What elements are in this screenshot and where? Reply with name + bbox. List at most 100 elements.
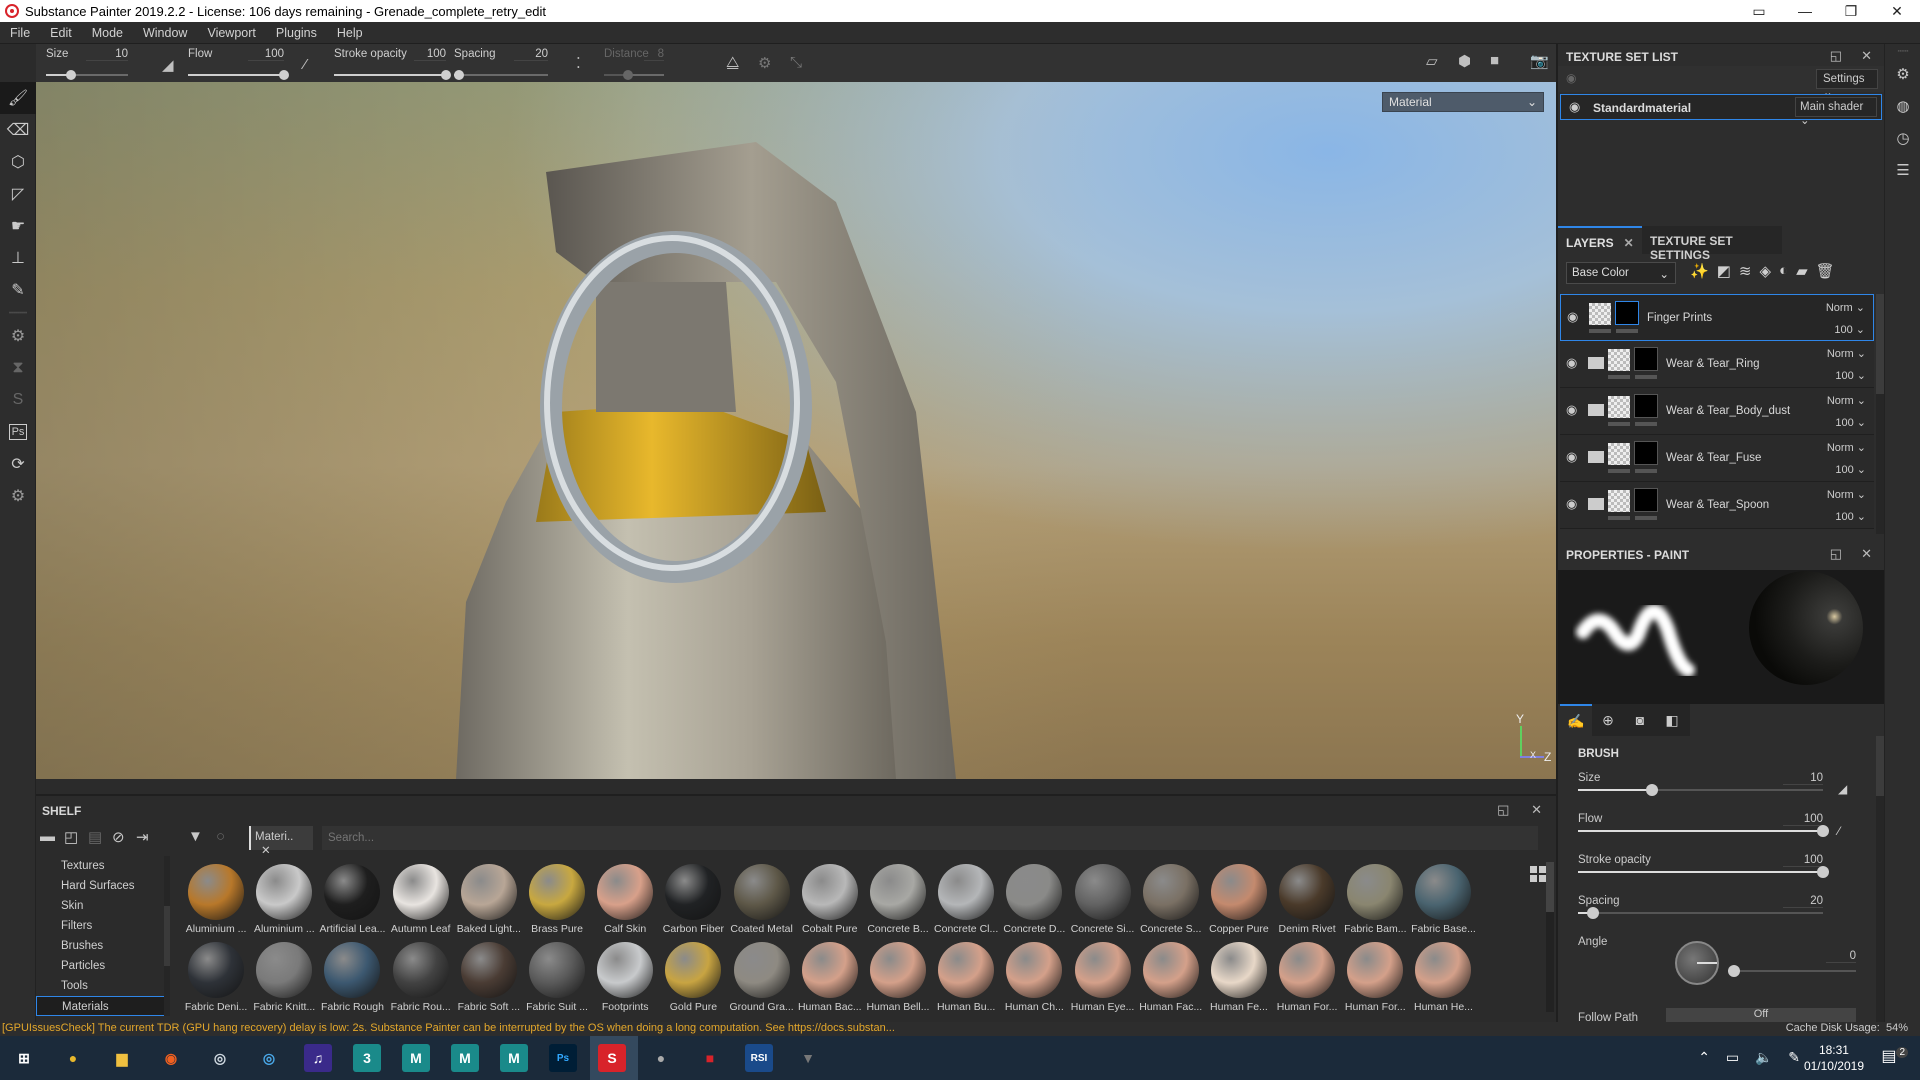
material-item[interactable]: Autumn Leaf	[387, 860, 455, 938]
blend-mode-select[interactable]: Norm ⌄	[1826, 301, 1865, 314]
layer-row[interactable]: ◉ Wear & Tear_Fuse Norm ⌄ 100 ⌄	[1560, 435, 1874, 482]
new-item-icon[interactable]: ◰	[64, 828, 78, 846]
layer-thumbnail[interactable]	[1589, 303, 1611, 325]
float-panel-icon[interactable]: ◱	[1830, 48, 1842, 64]
material-item[interactable]: Concrete Cl...	[932, 860, 1000, 938]
layer-row[interactable]: ◉ Wear & Tear_Spoon Norm ⌄ 100 ⌄	[1560, 482, 1874, 529]
taskbar-maya-icon[interactable]: M	[500, 1044, 528, 1072]
material-item[interactable]: Coated Metal	[728, 860, 796, 938]
menu-window[interactable]: Window	[133, 26, 197, 40]
photoshop-export-icon[interactable]: Ps	[0, 416, 36, 448]
shelf-category-tools[interactable]: Tools	[36, 976, 166, 996]
material-item[interactable]: Human Bu...	[932, 938, 1000, 1016]
system-clock[interactable]: 18:31 01/10/2019	[1804, 1042, 1864, 1074]
material-item[interactable]: Human Fe...	[1205, 938, 1273, 1016]
stroke-opacity-value[interactable]: 100	[414, 48, 446, 61]
hide-icon[interactable]: ⊘	[112, 828, 125, 846]
material-item[interactable]: Footprints	[591, 938, 659, 1016]
taskbar-windows-start-icon[interactable]: ⊞	[10, 1044, 38, 1072]
symmetry-settings-icon[interactable]: ⚙	[758, 54, 771, 72]
shelf-category-skin[interactable]: Skin	[36, 896, 166, 916]
material-item[interactable]: Baked Light...	[455, 860, 523, 938]
clone-stamp-icon[interactable]: ⊥	[0, 242, 36, 274]
close-panel-icon[interactable]: ✕	[1861, 546, 1872, 562]
polygon-fill-icon[interactable]: ◸	[0, 178, 36, 210]
layer-thumbnail[interactable]	[1608, 443, 1630, 465]
screenshot-icon[interactable]: 📷	[1530, 52, 1549, 70]
taskbar-app-red-skull-icon[interactable]: ●	[647, 1044, 675, 1072]
menu-edit[interactable]: Edit	[40, 26, 82, 40]
status-message[interactable]: [GPUIssuesCheck] The current TDR (GPU ha…	[2, 1022, 895, 1034]
shelf-search-input[interactable]	[322, 826, 1538, 850]
layer-opacity[interactable]: 100 ⌄	[1835, 416, 1866, 429]
layer-row[interactable]: ◉ Finger Prints Norm ⌄ 100 ⌄	[1560, 294, 1874, 341]
taskbar-maya-icon[interactable]: M	[402, 1044, 430, 1072]
color-picker-icon[interactable]: ✎	[0, 274, 36, 306]
material-item[interactable]: Human He...	[1409, 938, 1477, 1016]
material-item[interactable]: Cobalt Pure	[796, 860, 864, 938]
size-value[interactable]: 10	[86, 48, 128, 61]
shader-select[interactable]: Main shader ⌄	[1795, 97, 1877, 127]
size-value[interactable]: 10	[1783, 772, 1823, 785]
filter-icon[interactable]: ▼	[188, 828, 203, 845]
visibility-toggle-icon[interactable]: ◉	[1566, 71, 1576, 85]
material-item[interactable]: Concrete B...	[864, 860, 932, 938]
folder-icon[interactable]	[1588, 404, 1604, 416]
material-item[interactable]: Brass Pure	[523, 860, 591, 938]
import-icon[interactable]: ⇥	[136, 828, 149, 846]
angle-value[interactable]: 0	[1826, 950, 1856, 963]
reset-filter-icon[interactable]: ○	[216, 828, 225, 845]
material-item[interactable]: Human For...	[1273, 938, 1341, 1016]
volume-icon[interactable]: 🔈	[1755, 1049, 1772, 1065]
display-settings-icon[interactable]: ⚙	[1885, 58, 1920, 90]
material-item[interactable]: Fabric Base...	[1409, 860, 1477, 938]
folder-icon[interactable]	[1588, 357, 1604, 369]
render-mode-icon[interactable]: ⬢	[1458, 52, 1471, 70]
stroke-opacity-value[interactable]: 100	[1783, 854, 1823, 867]
taskbar-maya-icon[interactable]: M	[451, 1044, 479, 1072]
texture-set-item[interactable]: ◉ Standardmaterial Main shader ⌄	[1560, 94, 1882, 127]
pen-icon[interactable]: ✎	[1788, 1049, 1800, 1065]
add-fill-layer-icon[interactable]: ◈	[1759, 262, 1771, 284]
eye-icon[interactable]: ◉	[1566, 449, 1577, 465]
close-panel-icon[interactable]: ✕	[1861, 48, 1872, 64]
material-item[interactable]: Carbon Fiber	[659, 860, 727, 938]
material-item[interactable]: Human Eye...	[1068, 938, 1136, 1016]
action-center-icon[interactable]: ▤ 2	[1881, 1046, 1908, 1066]
blend-mode-select[interactable]: Norm ⌄	[1827, 441, 1866, 454]
eraser-icon[interactable]: ⌫	[0, 114, 36, 146]
taskbar-amazon-music-icon[interactable]: ♫	[304, 1044, 332, 1072]
taskbar-app-bird-icon[interactable]: ▼	[794, 1044, 822, 1072]
folder-icon[interactable]	[1588, 498, 1604, 510]
menu-plugins[interactable]: Plugins	[266, 26, 327, 40]
layer-mask-thumbnail[interactable]	[1615, 301, 1639, 325]
add-mask-icon[interactable]: ◩	[1717, 262, 1731, 284]
add-folder-icon[interactable]: ▰	[1796, 262, 1808, 284]
material-item[interactable]: Human Bell...	[864, 938, 932, 1016]
display-mode-icon[interactable]: ▱	[1426, 52, 1438, 70]
brush-flow-slider[interactable]: Flow 100	[1578, 813, 1829, 837]
show-hidden-icons[interactable]: ⌃	[1698, 1049, 1710, 1065]
float-panel-icon[interactable]: ◱	[1497, 802, 1509, 817]
material-item[interactable]: Denim Rivet	[1273, 860, 1341, 938]
material-item[interactable]: Human Bac...	[796, 938, 864, 1016]
material-item[interactable]: Artificial Lea...	[318, 860, 386, 938]
shelf-category-brushes[interactable]: Brushes	[36, 936, 166, 956]
material-item[interactable]: Concrete S...	[1137, 860, 1205, 938]
spacing-value[interactable]: 20	[1783, 895, 1823, 908]
shelf-scrollbar[interactable]	[1546, 862, 1554, 1012]
close-shelf-icon[interactable]: ✕	[1531, 802, 1542, 817]
taskbar-file-explorer-icon[interactable]: ▆	[108, 1044, 136, 1072]
folder-icon[interactable]: ▬	[40, 828, 55, 845]
brush-tab-icon[interactable]: ✍	[1560, 704, 1592, 736]
angle-dial[interactable]	[1675, 941, 1719, 985]
camera-icon[interactable]: ■	[1490, 52, 1499, 69]
lazy-mouse-icon[interactable]: ⁚	[576, 54, 581, 72]
eye-icon[interactable]: ◉	[1566, 402, 1577, 418]
resource-updater-icon[interactable]: ⟳	[0, 448, 36, 480]
material-item[interactable]: Concrete Si...	[1068, 860, 1136, 938]
eye-icon[interactable]: ◉	[1566, 496, 1577, 512]
substance-plugin-icon[interactable]: ⚙	[0, 320, 36, 352]
shelf-category-textures[interactable]: Textures	[36, 856, 166, 876]
tab-layers[interactable]: LAYERS ✕	[1558, 226, 1642, 254]
